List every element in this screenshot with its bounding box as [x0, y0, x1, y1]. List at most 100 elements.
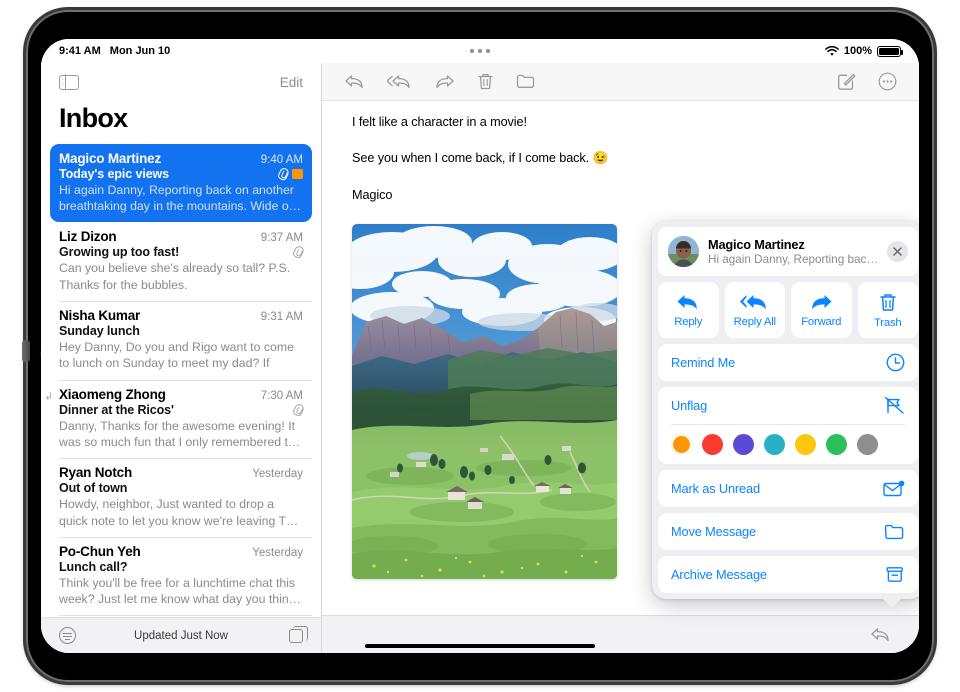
- flag-swatch-yellow[interactable]: [795, 434, 816, 455]
- sidebar-toolbar: Edit: [41, 63, 321, 101]
- popup-reply-all-button[interactable]: Reply All: [724, 282, 785, 338]
- mail-timestamp: Yesterday: [252, 468, 303, 481]
- flag-icon: [292, 169, 303, 179]
- edit-button[interactable]: Edit: [280, 75, 303, 90]
- attachment-icon: [291, 402, 306, 418]
- mail-preview: Danny, Thanks for the awesome evening! I…: [59, 418, 301, 450]
- popup-trash-button[interactable]: Trash: [857, 282, 918, 338]
- folder-icon[interactable]: [516, 73, 536, 90]
- flag-swatch-green[interactable]: [826, 434, 847, 455]
- message-paragraph: I felt like a character in a movie!: [352, 115, 527, 129]
- mail-row-subject-line: Dinner at the Ricos': [59, 402, 306, 418]
- screen: 9:41 AM Mon Jun 10 100% Edit Inbox Magic…: [41, 39, 919, 653]
- sidebar-toggle-icon[interactable]: [59, 74, 79, 90]
- mail-list-item[interactable]: Liz Dizon 9:37 AM Growing up too fast! Can …: [50, 222, 312, 300]
- mail-sender: Magico Martinez: [59, 151, 162, 166]
- mail-sender: Nisha Kumar: [59, 307, 141, 323]
- reply-all-icon[interactable]: [387, 73, 412, 90]
- popup-preview-text: Hi again Danny, Reporting back o…: [708, 253, 878, 266]
- popup-action-label: Reply All: [733, 315, 776, 328]
- mail-row-subject-line: Lunch call?: [59, 560, 303, 574]
- mail-preview: Can you believe she's already so tall? P…: [59, 261, 291, 292]
- contact-avatar: [668, 236, 699, 267]
- popup-remind-me-row[interactable]: Remind Me: [658, 344, 918, 381]
- mail-list-item[interactable]: Nisha Kumar 9:31 AM Sunday lunch Hey Danny,…: [50, 300, 312, 380]
- popup-header: Magico Martinez Hi again Danny, Reportin…: [658, 227, 918, 276]
- reply-icon[interactable]: [344, 73, 365, 90]
- mail-preview: Hi again Danny, Reporting back on anothe…: [59, 183, 301, 214]
- attachment-icon: [291, 245, 306, 260]
- mail-timestamp: 9:37 AM: [260, 232, 303, 245]
- popup-row-label: Archive Message: [671, 567, 767, 582]
- status-bar: 9:41 AM Mon Jun 10 100%: [41, 39, 919, 63]
- mail-row-top: Ryan Notch Yesterday: [59, 465, 303, 480]
- flag-color-swatches[interactable]: [658, 425, 918, 455]
- clock-icon: [886, 353, 905, 372]
- popup-row-label: Move Message: [671, 524, 756, 539]
- mail-sender: Xiaomeng Zhong: [59, 386, 166, 402]
- mail-timestamp: 7:30 AM: [260, 389, 303, 402]
- forward-icon[interactable]: [434, 73, 455, 90]
- popup-forward-button[interactable]: Forward: [791, 282, 852, 338]
- mail-list-item[interactable]: Magico Martinez 9:40 AM Today's epic views…: [50, 144, 312, 223]
- mail-list-item[interactable]: Po-Chun Yeh Yesterday Lunch call? Think you…: [50, 536, 312, 615]
- flag-swatch-red[interactable]: [702, 434, 723, 455]
- mail-row-icons: [291, 402, 306, 418]
- status-time: 9:41 AM: [59, 45, 101, 57]
- multitask-dots-icon[interactable]: [470, 49, 490, 53]
- mail-list[interactable]: Magico Martinez 9:40 AM Today's epic views…: [41, 144, 321, 617]
- popup-mark-unread-row[interactable]: Mark as Unread: [658, 470, 918, 507]
- battery-percent: 100%: [843, 45, 872, 57]
- battery-icon: [877, 45, 903, 57]
- app-body: Edit Inbox Magico Martinez 9:40 AM Today's…: [41, 63, 919, 653]
- popup-row-label: Remind Me: [671, 355, 736, 370]
- filter-icon[interactable]: [59, 627, 76, 644]
- compose-icon[interactable]: [837, 72, 856, 91]
- flag-swatch-purple[interactable]: [733, 434, 754, 455]
- flag-swatch-teal[interactable]: [764, 434, 785, 455]
- popup-move-message-row[interactable]: Move Message: [658, 513, 918, 550]
- popup-reply-button[interactable]: Reply: [658, 282, 719, 338]
- popup-header-text: Magico Martinez Hi again Danny, Reportin…: [708, 237, 878, 266]
- mail-timestamp: Yesterday: [252, 546, 303, 559]
- message-context-menu: Magico Martinez Hi again Danny, Reportin…: [652, 221, 919, 608]
- mail-sender: Po-Chun Yeh: [59, 543, 141, 559]
- device-side-button: [22, 340, 30, 362]
- copy-icon[interactable]: [289, 628, 303, 643]
- mail-list-item[interactable]: ↲ Xiaomeng Zhong 7:30 AM Dinner at the Rico…: [44, 379, 312, 458]
- close-icon[interactable]: [887, 241, 908, 262]
- mail-row-icons: [291, 245, 306, 260]
- mail-preview: Hey Danny, Do you and Rigo want to come …: [59, 339, 294, 371]
- mail-row-subject-line: Today's epic views: [59, 166, 303, 182]
- update-status-label: Updated Just Now: [134, 629, 228, 642]
- mail-list-item[interactable]: Ryan Notch Yesterday Out of town Howdy, nei…: [50, 458, 312, 536]
- replied-icon: ↲: [44, 390, 54, 403]
- status-date: Mon Jun 10: [109, 45, 171, 57]
- mail-subject: Dinner at the Ricos': [59, 402, 174, 417]
- mail-subject: Out of town: [59, 481, 128, 496]
- sidebar: Edit Inbox Magico Martinez 9:40 AM Today's…: [41, 63, 322, 653]
- mail-subject: Today's epic views: [59, 167, 170, 181]
- wifi-icon: [825, 45, 839, 56]
- popup-quick-actions: Reply Reply All Forward Trash: [658, 282, 918, 338]
- mail-preview: Howdy, neighbor, Just wanted to drop a q…: [59, 497, 299, 528]
- more-icon[interactable]: [878, 72, 897, 91]
- mail-row-top: Magico Martinez 9:40 AM: [59, 151, 303, 166]
- mail-preview: Think you'll be free for a lunchtime cha…: [59, 575, 301, 606]
- archive-box-icon: [885, 565, 905, 584]
- home-indicator[interactable]: [365, 644, 595, 648]
- popup-archive-message-row[interactable]: Archive Message: [658, 556, 918, 593]
- mail-row-subject-line: Out of town: [59, 481, 303, 495]
- trash-icon[interactable]: [477, 72, 494, 91]
- flag-swatch-gray[interactable]: [857, 434, 878, 455]
- mail-subject: Sunday lunch: [59, 323, 140, 338]
- popup-action-label: Forward: [801, 315, 842, 328]
- status-bar-left: 9:41 AM Mon Jun 10: [59, 45, 170, 57]
- alpine-meadow-photo[interactable]: [352, 224, 617, 579]
- popup-unflag-row[interactable]: Unflag: [658, 387, 918, 424]
- message-signature: Magico: [352, 188, 393, 202]
- attachment-icon: [276, 166, 291, 182]
- popup-row-label: Mark as Unread: [671, 481, 760, 496]
- reply-icon[interactable]: [870, 626, 891, 643]
- flag-swatch-orange[interactable]: [671, 434, 692, 455]
